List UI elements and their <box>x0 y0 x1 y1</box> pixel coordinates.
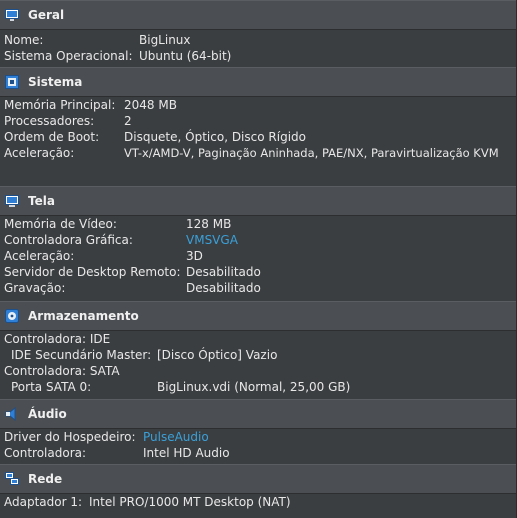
audio-controladora-label: Controladora: <box>4 446 87 460</box>
sistema-aceleracao-label: Aceleração: <box>4 146 75 160</box>
rede-adaptador-value: Intel PRO/1000 MT Desktop (NAT) <box>89 495 291 509</box>
section-rede-title: Rede <box>28 472 63 486</box>
sistema-memoria-value: 2048 MB <box>124 98 177 112</box>
section-audio: Áudio Driver do Hospedeiro: PulseAudio C… <box>0 399 517 465</box>
tela-memoria-label: Memória de Vídeo: <box>4 217 117 231</box>
section-tela-header[interactable]: Tela <box>0 186 516 216</box>
armazenamento-controladora-sata: Controladora: SATA <box>4 364 120 378</box>
armazenamento-ide-master-value: [Disco Óptico] Vazio <box>157 348 278 362</box>
sistema-boot-label: Ordem de Boot: <box>4 130 100 144</box>
geral-nome-label: Nome: <box>4 33 44 47</box>
section-tela: Tela Memória de Vídeo: 128 MB Controlado… <box>0 186 517 302</box>
display-icon <box>4 193 20 209</box>
sistema-processadores-value: 2 <box>124 114 132 128</box>
sistema-boot-value: Disquete, Óptico, Disco Rígido <box>124 130 306 144</box>
geral-so-label: Sistema Operacional: <box>4 49 133 63</box>
section-sistema-header[interactable]: Sistema <box>0 67 516 97</box>
section-sistema: Sistema Memória Principal: 2048 MB Proce… <box>0 67 517 187</box>
audio-driver-label: Driver do Hospedeiro: <box>4 430 136 444</box>
tela-aceleracao-label: Aceleração: <box>4 249 75 263</box>
section-geral: Geral Nome: BigLinux Sistema Operacional… <box>0 0 517 68</box>
sistema-processadores-label: Processadores: <box>4 114 95 128</box>
section-geral-header[interactable]: Geral <box>0 0 516 30</box>
tela-aceleracao-value: 3D <box>186 249 203 263</box>
section-armazenamento-title: Armazenamento <box>28 309 139 323</box>
tela-controladora-link[interactable]: VMSVGA <box>186 232 238 248</box>
armazenamento-sata0-value: BigLinux.vdi (Normal, 25,00 GB) <box>157 380 351 394</box>
tela-rdp-label: Servidor de Desktop Remoto: <box>4 265 181 279</box>
chip-icon <box>4 74 20 90</box>
armazenamento-ide-master-label: IDE Secundário Master: <box>11 348 152 362</box>
armazenamento-controladora-ide: Controladora: IDE <box>4 332 111 346</box>
vm-details-panel: Geral Nome: BigLinux Sistema Operacional… <box>0 0 517 518</box>
sistema-memoria-label: Memória Principal: <box>4 98 116 112</box>
geral-so-value: Ubuntu (64-bit) <box>139 49 232 63</box>
tela-gravacao-label: Gravação: <box>4 281 66 295</box>
section-armazenamento: Armazenamento Controladora: IDE IDE Secu… <box>0 301 517 401</box>
section-tela-title: Tela <box>28 194 55 208</box>
sistema-aceleracao-value: VT-x/AMD-V, Paginação Aninhada, PAE/NX, … <box>124 146 499 160</box>
network-icon <box>4 471 20 487</box>
section-armazenamento-header[interactable]: Armazenamento <box>0 301 516 331</box>
speaker-icon <box>4 406 20 422</box>
tela-gravacao-value: Desabilitado <box>186 281 261 295</box>
geral-nome-value: BigLinux <box>139 33 191 47</box>
monitor-icon <box>4 7 20 23</box>
tela-memoria-value: 128 MB <box>186 217 232 231</box>
storage-disk-icon <box>4 308 20 324</box>
tela-controladora-label: Controladora Gráfica: <box>4 233 133 247</box>
armazenamento-sata0-label: Porta SATA 0: <box>11 380 92 394</box>
section-audio-title: Áudio <box>28 407 67 421</box>
rede-adaptador-label: Adaptador 1: <box>4 495 83 509</box>
section-audio-header[interactable]: Áudio <box>0 399 516 429</box>
audio-driver-link[interactable]: PulseAudio <box>143 429 209 445</box>
audio-controladora-value: Intel HD Audio <box>143 446 230 460</box>
section-rede-header[interactable]: Rede <box>0 464 516 494</box>
section-sistema-title: Sistema <box>28 75 83 89</box>
section-rede: Rede Adaptador 1: Intel PRO/1000 MT Desk… <box>0 464 517 518</box>
tela-rdp-value: Desabilitado <box>186 265 261 279</box>
section-geral-title: Geral <box>28 8 65 22</box>
